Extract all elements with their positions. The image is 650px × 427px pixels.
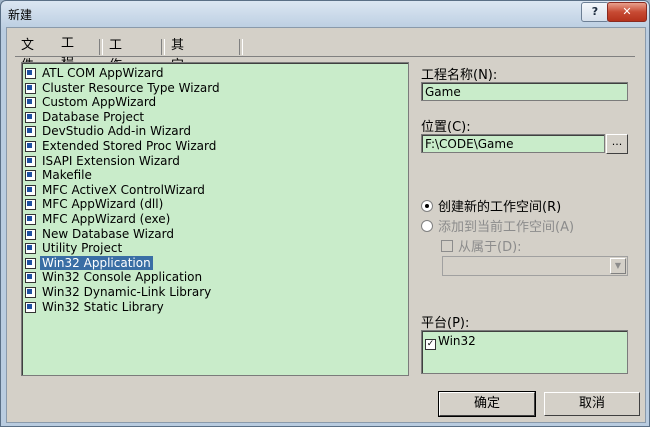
browse-button[interactable]: ...: [606, 134, 628, 154]
tab-separator: [99, 39, 103, 55]
chevron-down-icon[interactable]: ▼: [610, 258, 626, 274]
list-item[interactable]: Makefile: [24, 168, 94, 182]
activex-icon: [24, 184, 37, 196]
new-dialog-window: 新建 ? ✕ 文件 工程 工作区 其它文档 ATL COM AppWizardC…: [0, 0, 650, 427]
radio-selected-icon: [421, 200, 433, 212]
dialog-client-area: 文件 工程 工作区 其它文档 ATL COM AppWizardCluster …: [6, 27, 646, 423]
list-item[interactable]: Win32 Static Library: [24, 300, 166, 314]
utility-icon: [24, 242, 37, 255]
list-item[interactable]: ISAPI Extension Wizard: [24, 154, 182, 168]
radio-add-to-workspace-label: 添加到当前工作空间(A): [438, 220, 575, 235]
platform-item-label: Win32: [438, 334, 476, 348]
list-item[interactable]: Custom AppWizard: [24, 95, 158, 109]
platform-label: 平台(P):: [421, 316, 470, 331]
list-item[interactable]: Cluster Resource Type Wizard: [24, 81, 222, 95]
list-item[interactable]: Database Project: [24, 110, 146, 124]
title-bar[interactable]: 新建 ? ✕: [1, 1, 649, 27]
list-item-label: New Database Wizard: [42, 226, 174, 241]
list-item-label: Win32 Console Application: [42, 270, 203, 285]
cluster-icon: [24, 82, 37, 94]
list-item-label: Cluster Resource Type Wizard: [42, 80, 220, 95]
static-lib-icon: [24, 301, 37, 313]
tab-separator: [161, 39, 165, 55]
tab-workspaces[interactable]: 工作区: [105, 36, 126, 93]
dependency-checkbox[interactable]: 从属于(D):: [441, 236, 522, 255]
window-title: 新建: [8, 8, 33, 22]
platform-item-win32[interactable]: ✓ Win32: [425, 334, 476, 350]
dependency-label: 从属于(D):: [458, 240, 522, 255]
tab-projects[interactable]: 工程: [57, 34, 78, 71]
mfc-exe-icon: [24, 213, 37, 225]
list-item[interactable]: MFC AppWizard (dll): [24, 197, 165, 211]
addin-icon: [24, 125, 37, 138]
list-item-label: MFC AppWizard (dll): [42, 197, 164, 212]
dependency-dropdown[interactable]: ▼: [442, 256, 628, 276]
list-item-label: Custom AppWizard: [42, 95, 157, 110]
list-item[interactable]: Win32 Dynamic-Link Library: [24, 285, 213, 299]
win32-app-icon: [24, 257, 37, 269]
tab-files[interactable]: 文件: [17, 36, 38, 73]
radio-create-new-workspace[interactable]: 创建新的工作空间(R): [421, 196, 561, 215]
radio-add-to-workspace[interactable]: 添加到当前工作空间(A): [421, 216, 574, 235]
list-item[interactable]: Extended Stored Proc Wizard: [24, 139, 218, 153]
isapi-icon: [24, 155, 37, 167]
cancel-button[interactable]: 取消: [544, 392, 640, 416]
atl-icon: [24, 67, 37, 79]
list-item[interactable]: Win32 Console Application: [24, 270, 204, 284]
list-item[interactable]: New Database Wizard: [24, 227, 176, 241]
list-item-label: Win32 Static Library: [42, 299, 164, 314]
platform-list[interactable]: ✓ Win32: [421, 330, 628, 374]
checkbox-icon: [441, 240, 453, 252]
project-type-list[interactable]: ATL COM AppWizard Cluster Resource Type W…: [21, 62, 409, 376]
radio-create-new-workspace-label: 创建新的工作空间(R): [438, 200, 562, 215]
list-item[interactable]: Win32 Application: [24, 255, 153, 270]
ok-button[interactable]: 确定: [438, 391, 536, 417]
project-name-input[interactable]: Game: [421, 82, 628, 101]
console-icon: [24, 271, 37, 284]
location-label: 位置(C):: [421, 120, 471, 135]
list-item-label: MFC AppWizard (exe): [42, 212, 171, 226]
list-item-label: Win32 Dynamic-Link Library: [42, 285, 212, 299]
help-button[interactable]: ?: [581, 2, 609, 22]
list-item-label: Win32 Application: [40, 255, 153, 270]
project-name-label: 工程名称(N):: [421, 68, 498, 83]
list-item[interactable]: MFC AppWizard (exe): [24, 212, 172, 226]
location-input[interactable]: F:\CODE\Game: [421, 134, 605, 153]
list-item[interactable]: Utility Project: [24, 241, 124, 255]
database-icon: [24, 111, 37, 123]
list-item[interactable]: MFC ActiveX ControlWizard: [24, 183, 207, 197]
dll-icon: [24, 286, 37, 298]
list-item[interactable]: ATL COM AppWizard: [24, 66, 165, 80]
list-item-label: Database Project: [42, 109, 145, 124]
tab-panel-border: [15, 56, 635, 57]
list-item-label: MFC ActiveX ControlWizard: [42, 182, 205, 197]
list-item-label: Utility Project: [42, 241, 123, 256]
stored-proc-icon: [24, 140, 37, 152]
makefile-icon: [24, 169, 37, 182]
tab-separator: [239, 39, 243, 55]
list-item[interactable]: DevStudio Add-in Wizard: [24, 124, 193, 138]
list-item-label: ISAPI Extension Wizard: [42, 153, 180, 168]
mfc-dll-icon: [24, 198, 37, 211]
tab-other-documents[interactable]: 其它文档: [167, 36, 188, 113]
list-item-label: Makefile: [42, 168, 92, 183]
new-database-icon: [24, 228, 37, 240]
close-button[interactable]: ✕: [607, 2, 647, 22]
list-item-label: ATL COM AppWizard: [42, 66, 164, 80]
list-item-label: DevStudio Add-in Wizard: [42, 124, 192, 139]
radio-unselected-icon: [421, 220, 433, 232]
custom-wizard-icon: [24, 96, 37, 109]
list-item-label: Extended Stored Proc Wizard: [42, 139, 217, 153]
checkbox-checked-icon[interactable]: ✓: [425, 339, 436, 350]
